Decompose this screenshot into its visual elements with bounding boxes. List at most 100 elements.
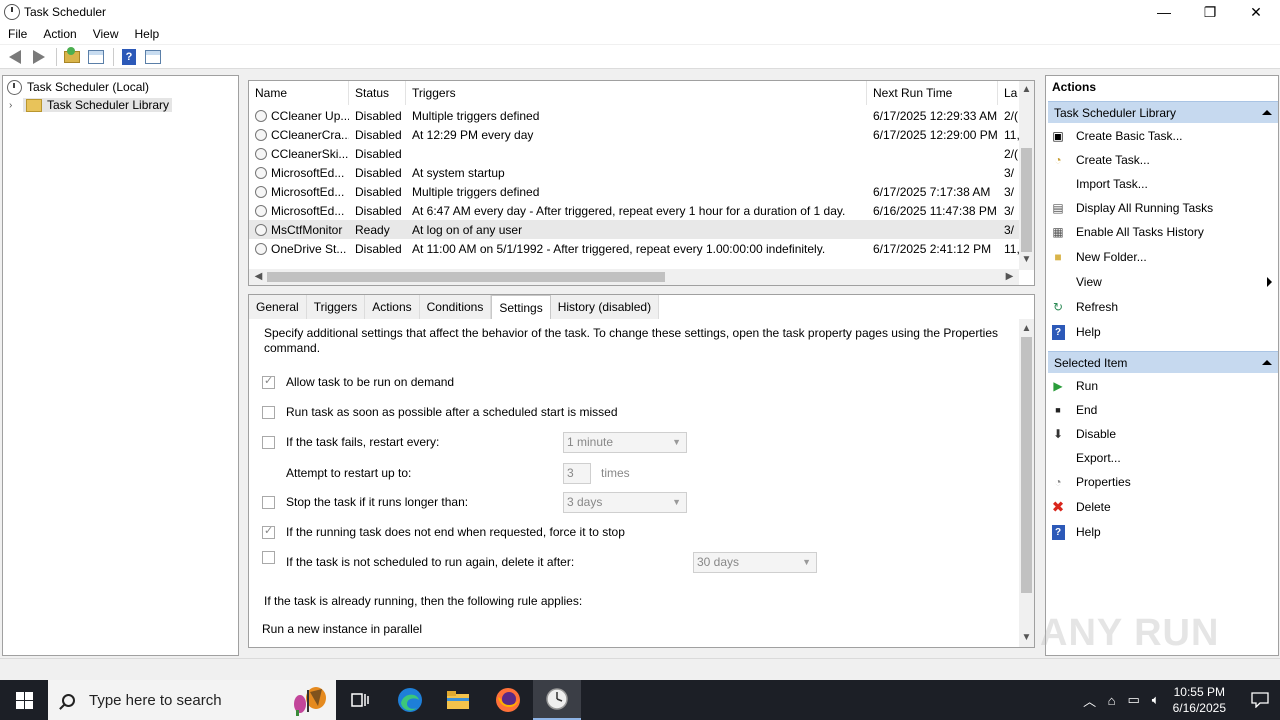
- run-asap-label: Run task as soon as possible after a sch…: [286, 405, 618, 419]
- collapse-icon[interactable]: [1262, 360, 1272, 365]
- action-properties[interactable]: ◔ Properties: [1050, 471, 1276, 493]
- action-refresh[interactable]: ↻ Refresh: [1050, 296, 1276, 318]
- toolbar-separator: [56, 47, 57, 66]
- tree-task-scheduler-library[interactable]: › Task Scheduler Library: [9, 96, 173, 114]
- action-delete[interactable]: ✖ Delete: [1050, 496, 1276, 518]
- scroll-up-icon[interactable]: ▲: [1019, 323, 1034, 334]
- taskbar-search[interactable]: Type here to search: [48, 680, 336, 720]
- menu-file[interactable]: File: [0, 27, 35, 41]
- action-create-basic-task[interactable]: ▣ Create Basic Task...: [1050, 125, 1276, 147]
- task-clock-icon: [255, 223, 267, 236]
- restart-interval-select[interactable]: 1 minute ▼: [563, 432, 687, 453]
- task-scheduler-taskbar-button[interactable]: [533, 680, 581, 720]
- task-row[interactable]: CCleanerCra... Disabled At 12:29 PM every …: [249, 125, 1021, 144]
- attempt-count-input[interactable]: 3: [563, 463, 591, 484]
- scrollbar-thumb[interactable]: [267, 272, 665, 282]
- minimize-button[interactable]: —: [1141, 0, 1187, 24]
- section-task-scheduler-library[interactable]: Task Scheduler Library: [1048, 101, 1278, 123]
- start-button[interactable]: [0, 680, 48, 720]
- action-end[interactable]: ■ End: [1050, 399, 1276, 421]
- task-row[interactable]: MicrosoftEd... Disabled At 6:47 AM every d…: [249, 201, 1021, 220]
- restart-interval-value: 1 minute: [567, 435, 614, 449]
- taskbar-clock[interactable]: 10:55 PM 6/16/2025: [1173, 684, 1226, 716]
- toolbar: ?: [0, 45, 1280, 69]
- action-display-running-tasks[interactable]: ▤ Display All Running Tasks: [1050, 197, 1276, 219]
- network-icon[interactable]: ⌂: [1101, 693, 1123, 708]
- chevron-right-icon[interactable]: ›: [9, 100, 19, 111]
- task-row[interactable]: OneDrive St... Disabled At 11:00 AM on 5/1…: [249, 239, 1021, 258]
- menu-view[interactable]: View: [85, 27, 127, 41]
- action-new-folder[interactable]: ■ New Folder...: [1050, 246, 1276, 268]
- action-export[interactable]: Export...: [1050, 447, 1276, 469]
- display-icon[interactable]: ▭: [1123, 692, 1145, 708]
- toolbar-separator: [113, 47, 114, 66]
- column-status[interactable]: Status: [349, 81, 406, 105]
- tab-conditions[interactable]: Conditions: [419, 295, 492, 319]
- scrollbar-thumb[interactable]: [1021, 148, 1032, 252]
- scroll-down-icon[interactable]: ▼: [1019, 254, 1034, 265]
- action-help-selected[interactable]: ? Help: [1050, 521, 1276, 543]
- collapse-icon[interactable]: [1262, 110, 1272, 115]
- action-create-task[interactable]: ◔ Create Task...: [1050, 149, 1276, 171]
- show-hide-console-tree-button[interactable]: [85, 47, 107, 67]
- forward-button[interactable]: [28, 47, 50, 67]
- scroll-up-icon[interactable]: ▲: [1019, 84, 1034, 95]
- scroll-left-icon[interactable]: ◀: [251, 271, 266, 282]
- force-stop-checkbox[interactable]: [262, 524, 275, 539]
- restart-checkbox[interactable]: [262, 435, 275, 449]
- stop-duration-select[interactable]: 3 days ▼: [563, 492, 687, 513]
- task-row[interactable]: CCleaner Up... Disabled Multiple triggers …: [249, 106, 1021, 125]
- close-button[interactable]: ✕: [1233, 0, 1279, 24]
- task-view-button[interactable]: [336, 680, 384, 720]
- tab-triggers[interactable]: Triggers: [306, 295, 366, 319]
- action-run[interactable]: ▶ Run: [1050, 375, 1276, 397]
- tree-root[interactable]: Task Scheduler (Local): [7, 78, 149, 96]
- tab-history[interactable]: History (disabled): [550, 295, 660, 319]
- task-details-pane: General Triggers Actions Conditions Sett…: [248, 294, 1035, 648]
- up-folder-button[interactable]: [61, 46, 83, 67]
- help-toolbar-button[interactable]: ?: [118, 47, 140, 67]
- task-list-horizontal-scrollbar[interactable]: ◀ ▶: [249, 269, 1019, 285]
- task-row[interactable]: CCleanerSki... Disabled 2/(: [249, 144, 1021, 163]
- action-help[interactable]: ? Help: [1050, 321, 1276, 343]
- scrollbar-thumb[interactable]: [1021, 337, 1032, 593]
- tab-general[interactable]: General: [249, 295, 307, 319]
- section-selected-item[interactable]: Selected Item: [1048, 351, 1278, 373]
- task-row[interactable]: MsCtfMonitor Ready At log on of any user 3/: [249, 220, 1021, 239]
- column-last-run-time[interactable]: La: [998, 81, 1021, 105]
- action-enable-tasks-history[interactable]: ▦ Enable All Tasks History: [1050, 221, 1276, 243]
- column-next-run-time[interactable]: Next Run Time: [867, 81, 998, 105]
- action-import-task[interactable]: Import Task...: [1050, 173, 1276, 195]
- stop-longer-checkbox[interactable]: [262, 495, 275, 509]
- edge-taskbar-button[interactable]: [386, 680, 434, 720]
- run-on-demand-checkbox[interactable]: [262, 374, 275, 389]
- run-asap-checkbox[interactable]: [262, 405, 275, 419]
- tab-actions[interactable]: Actions: [365, 295, 420, 319]
- menu-help[interactable]: Help: [127, 27, 168, 41]
- window-title: Task Scheduler: [24, 5, 107, 19]
- task-name: CCleaner Up...: [271, 108, 349, 123]
- task-row[interactable]: MicrosoftEd... Disabled At system startup 3…: [249, 163, 1021, 182]
- menu-action[interactable]: Action: [35, 27, 84, 41]
- task-row[interactable]: MicrosoftEd... Disabled Multiple triggers …: [249, 182, 1021, 201]
- firefox-button[interactable]: [484, 680, 532, 720]
- action-disable[interactable]: ⬇ Disable: [1050, 423, 1276, 445]
- chevron-up-icon[interactable]: ︿: [1079, 691, 1101, 710]
- tree-library-selected[interactable]: Task Scheduler Library: [23, 98, 173, 112]
- back-button[interactable]: [4, 47, 26, 67]
- delete-after-checkbox[interactable]: [262, 550, 275, 564]
- show-hide-action-pane-button[interactable]: [142, 47, 164, 67]
- scroll-down-icon[interactable]: ▼: [1019, 632, 1034, 643]
- maximize-button[interactable]: ❐: [1187, 0, 1233, 24]
- action-view[interactable]: View: [1050, 271, 1276, 293]
- column-triggers[interactable]: Triggers: [406, 81, 867, 105]
- task-list-vertical-scrollbar[interactable]: ▲ ▼: [1019, 81, 1034, 270]
- column-name[interactable]: Name: [249, 81, 349, 105]
- tab-settings[interactable]: Settings: [491, 295, 551, 319]
- scroll-right-icon[interactable]: ▶: [1002, 271, 1017, 282]
- details-vertical-scrollbar[interactable]: ▲ ▼: [1019, 319, 1034, 647]
- delete-after-select[interactable]: 30 days ▼: [693, 552, 817, 573]
- notifications-button[interactable]: [1240, 680, 1280, 720]
- file-explorer-button[interactable]: [434, 680, 482, 720]
- volume-icon[interactable]: 🔈︎: [1145, 692, 1167, 708]
